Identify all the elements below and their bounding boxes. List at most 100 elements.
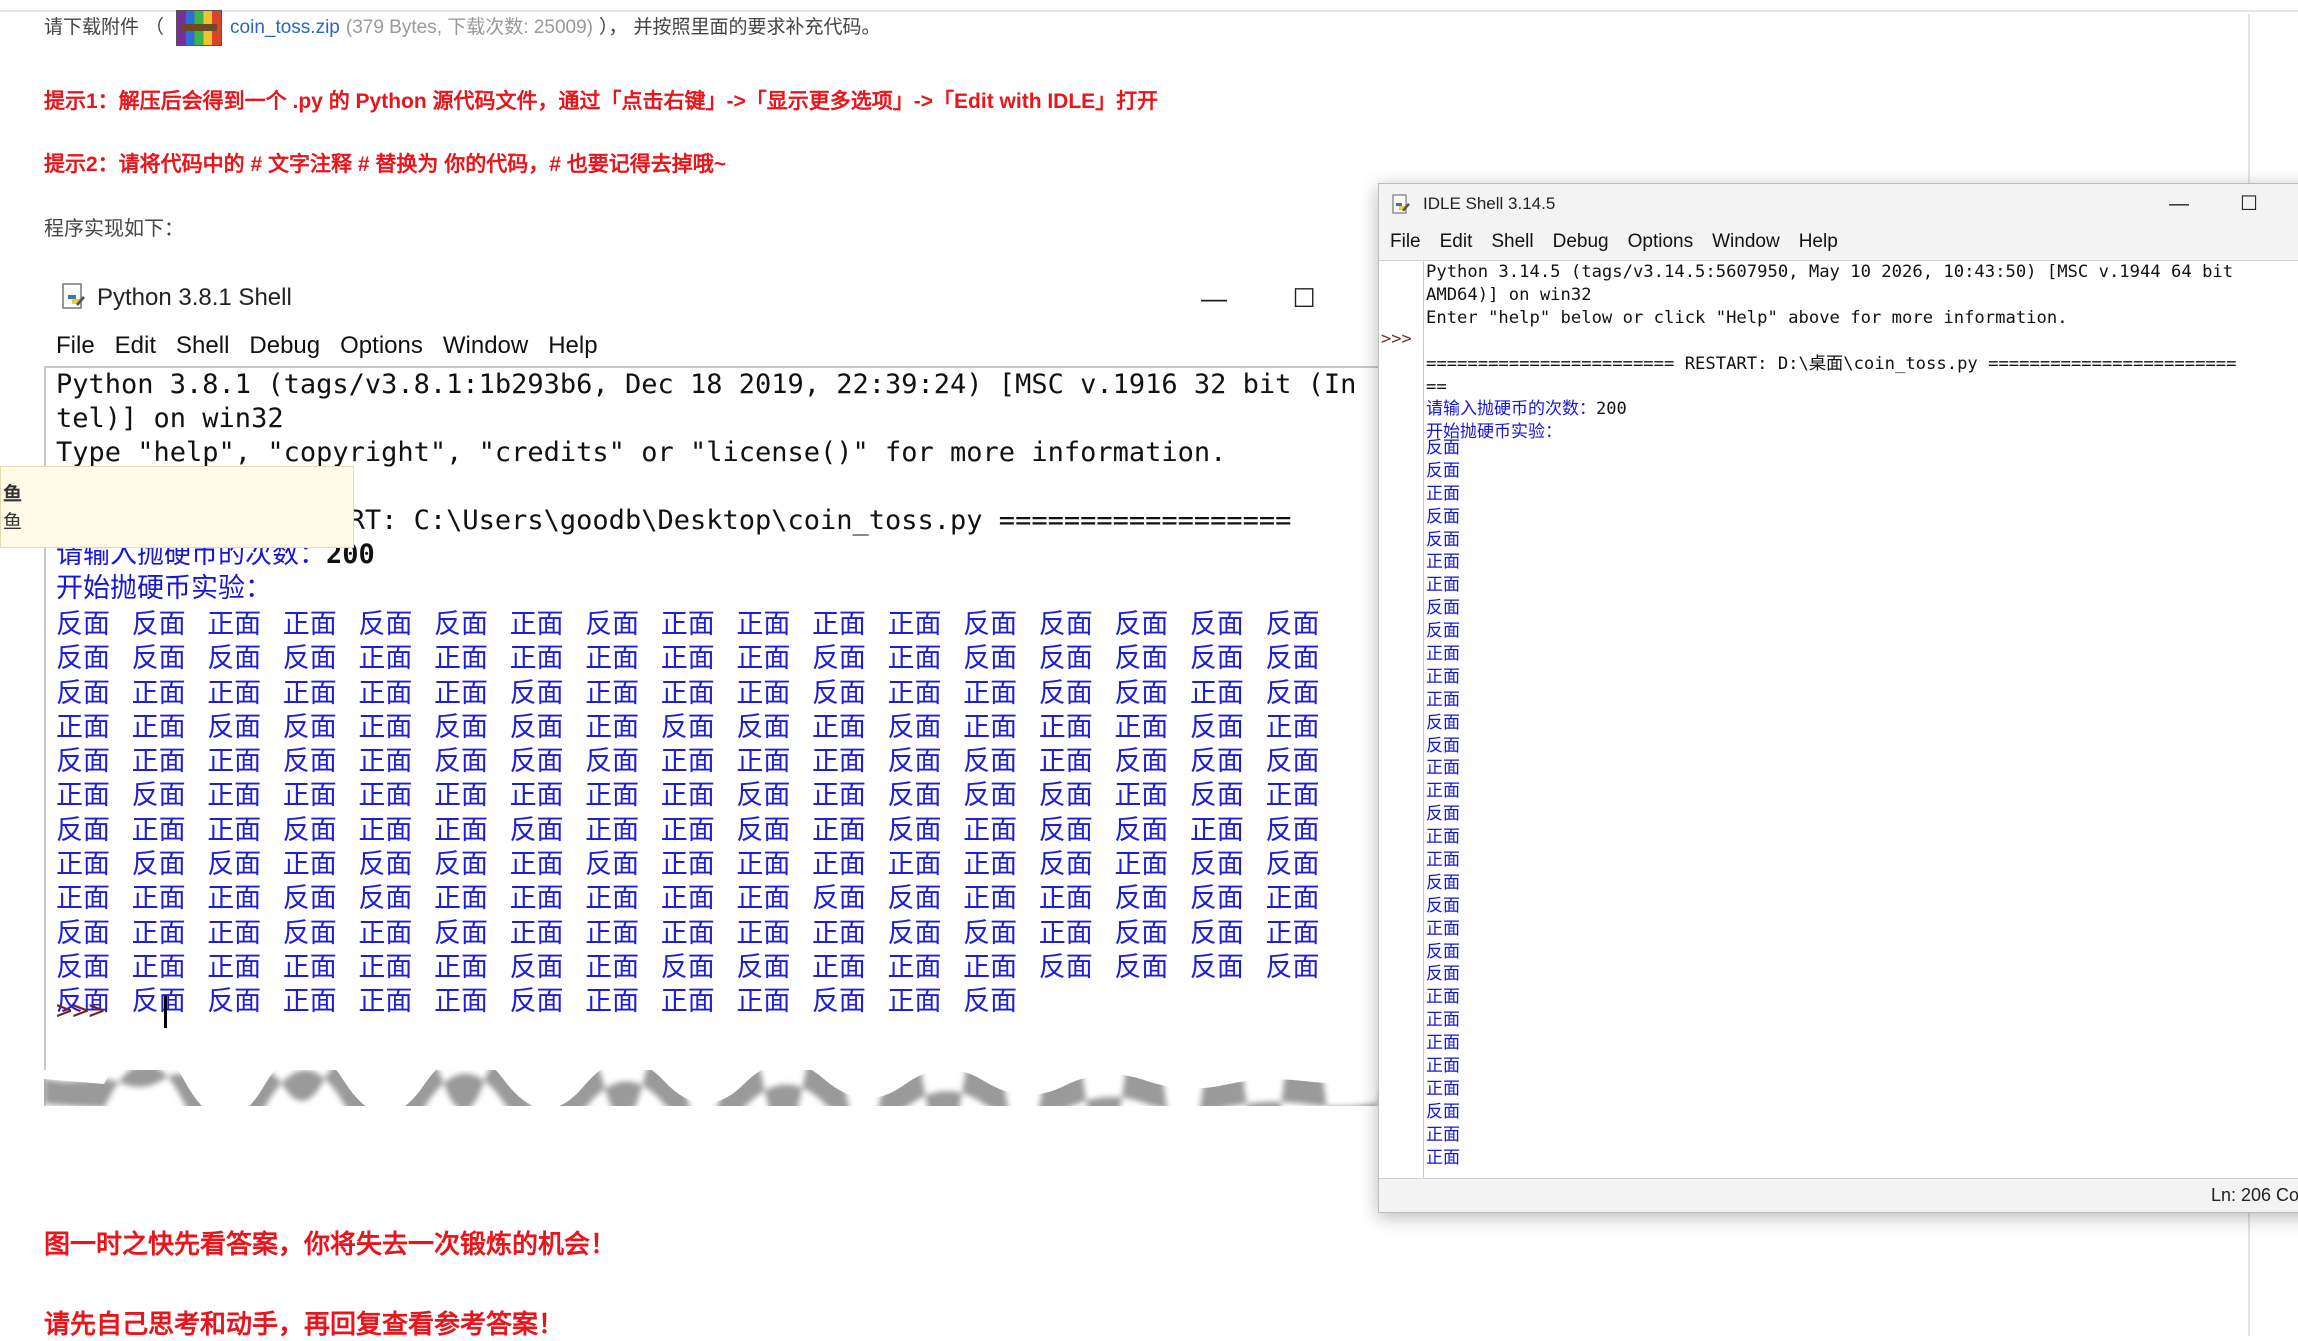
menu-file[interactable]: File xyxy=(1390,224,1421,260)
old-results-grid: 反面 反面 正面 正面 反面 反面 正面 反面 正面 正面 正面 正面 反面 反面 反面 反面 反面 反面 反面 反面… xyxy=(56,608,1341,1020)
attachment-link[interactable]: coin_toss.zip xyxy=(230,17,340,38)
menu-shell[interactable]: Shell xyxy=(1491,224,1533,260)
minimize-button[interactable]: — xyxy=(2149,188,2209,220)
old-result-cell: 正面 xyxy=(887,643,942,675)
old-result-cell: 正面 xyxy=(660,643,715,675)
old-result-cell: 正面 xyxy=(207,814,262,846)
old-result-cell: 反面 xyxy=(282,711,337,743)
old-result-cell: 正面 xyxy=(131,814,186,846)
old-result-cell: 正面 xyxy=(963,849,1018,881)
old-result-cell: 反面 xyxy=(1189,951,1244,983)
old-result-cell: 正面 xyxy=(207,951,262,983)
old-result-cell: 反面 xyxy=(56,746,110,778)
menu-help[interactable]: Help xyxy=(1799,224,1838,260)
old-result-cell: 反面 xyxy=(736,814,791,846)
old-result-cell: 正面 xyxy=(433,951,488,983)
menu-options[interactable]: Options xyxy=(1628,224,1693,260)
old-result-cell: 正面 xyxy=(282,986,337,1018)
result-line: 正面 xyxy=(1426,918,1460,939)
old-result-cell: 正面 xyxy=(509,917,564,949)
old-result-cell: 反面 xyxy=(56,609,110,640)
old-result-cell: 正面 xyxy=(736,609,791,640)
old-result-cell: 正面 xyxy=(56,711,110,743)
old-result-cell: 反面 xyxy=(207,849,262,881)
old-menu-debug: Debug xyxy=(249,332,321,359)
titlebar[interactable]: IDLE Shell 3.14.5 — ☐ xyxy=(1379,184,2298,224)
result-line: 正面 xyxy=(1426,827,1460,848)
download-line: 请下载附件（ coin_toss.zip (379 Bytes, 下载次数: 250… xyxy=(44,10,881,46)
result-line: 正面 xyxy=(1426,1010,1460,1031)
result-line: 正面 xyxy=(1426,758,1460,779)
old-menu-shell: Shell xyxy=(176,332,230,359)
old-result-cell: 正面 xyxy=(660,677,715,709)
old-result-row: 反面 反面 反面 正面 正面 正面 反面 正面 正面 正面 反面 正面 反面 xyxy=(56,985,1341,1019)
old-result-cell: 正面 xyxy=(433,883,488,915)
old-menubar: File Edit Shell Debug Options Window Help xyxy=(44,326,1384,366)
result-line: 正面 xyxy=(1426,1033,1460,1054)
shell-text-area[interactable]: Python 3.14.5 (tags/v3.14.5:5607950, May… xyxy=(1426,261,2298,1179)
old-result-cell: 反面 xyxy=(963,746,1018,778)
old-result-row: 反面 正面 正面 反面 正面 反面 反面 反面 正面 正面 正面 反面 反面 正面 反面 反面 反面 xyxy=(56,745,1341,779)
results-list: 反面 反面 正面 反面 反面 正面 正面 反面 反面 正面 正面 正面 反面 反面 正面 正面 反面 正面 正面 反面… xyxy=(1426,437,1460,1170)
old-result-cell: 正面 xyxy=(660,917,715,949)
old-result-cell: 正面 xyxy=(358,780,413,812)
old-result-cell: 正面 xyxy=(585,677,640,709)
old-result-cell: 反面 xyxy=(282,746,337,778)
maximize-button[interactable]: ☐ xyxy=(2219,188,2279,220)
old-result-cell: 正面 xyxy=(433,986,488,1018)
menu-edit[interactable]: Edit xyxy=(1440,224,1473,260)
old-result-cell: 反面 xyxy=(1038,849,1093,881)
old-result-cell: 反面 xyxy=(811,677,866,709)
old-result-cell: 反面 xyxy=(433,609,488,640)
shell-body[interactable]: >>> Python 3.14.5 (tags/v3.14.5:5607950,… xyxy=(1379,260,2298,1179)
result-line: 正面 xyxy=(1426,689,1460,710)
old-result-cell: 反面 xyxy=(811,643,866,675)
old-result-cell: 正面 xyxy=(660,780,715,812)
old-result-row: 反面 反面 正面 正面 反面 反面 正面 反面 正面 正面 正面 正面 反面 反面 反面 反面 反面 xyxy=(56,608,1341,642)
old-result-cell: 反面 xyxy=(963,780,1018,812)
old-result-cell: 正面 xyxy=(433,780,488,812)
old-result-cell: 反面 xyxy=(1038,951,1093,983)
old-result-cell: 正面 xyxy=(963,711,1018,743)
menu-window[interactable]: Window xyxy=(1712,224,1780,260)
result-line: 正面 xyxy=(1426,1124,1460,1145)
old-result-row: 反面 正面 正面 反面 正面 正面 反面 正面 正面 反面 正面 反面 正面 反面 反面 正面 反面 xyxy=(56,814,1341,848)
old-result-cell: 反面 xyxy=(1265,643,1320,675)
old-result-cell: 正面 xyxy=(1038,917,1093,949)
old-result-cell: 反面 xyxy=(509,951,564,983)
old-result-cell: 正面 xyxy=(660,986,715,1018)
old-result-cell: 正面 xyxy=(811,849,866,881)
old-result-cell: 反面 xyxy=(1114,677,1169,709)
old-result-cell: 反面 xyxy=(509,677,564,709)
old-result-cell: 正面 xyxy=(811,951,866,983)
python-file-icon xyxy=(62,283,85,309)
result-line: 反面 xyxy=(1426,529,1460,550)
old-result-cell: 反面 xyxy=(1114,917,1169,949)
old-result-cell: 正面 xyxy=(811,711,866,743)
old-result-cell: 反面 xyxy=(282,643,337,675)
old-result-cell: 反面 xyxy=(1038,677,1093,709)
old-result-cell: 反面 xyxy=(1114,883,1169,915)
result-line: 反面 xyxy=(1426,438,1460,458)
old-result-cell: 正面 xyxy=(509,849,564,881)
side-tooltip: 鱼 鱼 xyxy=(0,466,354,548)
prompt-gutter: >>> xyxy=(1379,261,1424,1179)
old-result-cell: 正面 xyxy=(585,780,640,812)
old-result-cell: 正面 xyxy=(1114,849,1169,881)
old-result-cell: 反面 xyxy=(56,917,110,949)
menu-debug[interactable]: Debug xyxy=(1553,224,1609,260)
old-result-cell: 正面 xyxy=(1265,883,1320,915)
old-result-cell: 反面 xyxy=(207,711,262,743)
old-result-cell: 反面 xyxy=(811,986,866,1018)
old-result-cell: 反面 xyxy=(887,814,942,846)
old-result-cell: 正面 xyxy=(1038,746,1093,778)
old-result-cell: 正面 xyxy=(887,849,942,881)
idle-shell-window[interactable]: IDLE Shell 3.14.5 — ☐ File Edit Shell Debug… xyxy=(1378,183,2298,1213)
old-result-cell: 反面 xyxy=(1038,814,1093,846)
result-line: 正面 xyxy=(1426,1147,1460,1168)
old-result-cell: 反面 xyxy=(1265,951,1320,983)
old-result-cell: 正面 xyxy=(1265,711,1320,743)
old-result-cell: 正面 xyxy=(585,643,640,675)
old-result-cell: 反面 xyxy=(887,746,942,778)
archive-icon xyxy=(176,10,223,46)
